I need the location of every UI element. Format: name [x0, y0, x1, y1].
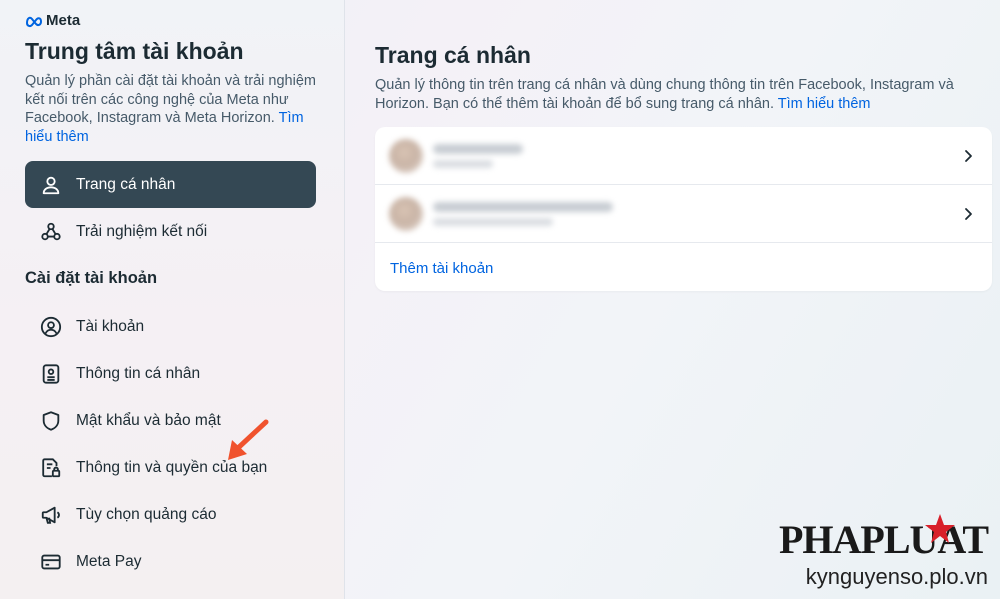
blurred-platform-line — [433, 159, 493, 168]
sidebar-item-connected-experiences[interactable]: Trải nghiệm kết nối — [25, 208, 316, 255]
sidebar-item-profile[interactable]: Trang cá nhân — [25, 161, 316, 208]
profiles-card: Thêm tài khoản — [375, 127, 992, 291]
sidebar-item-label: Meta Pay — [76, 552, 142, 570]
sidebar-item-label: Mật khẩu và bảo mật — [76, 411, 221, 429]
profile-row-facebook[interactable] — [375, 127, 992, 185]
sidebar-item-label: Tài khoản — [76, 317, 145, 335]
page-title: Trang cá nhân — [375, 42, 531, 68]
profile-row-instagram[interactable] — [375, 185, 992, 243]
id-card-icon — [40, 363, 62, 385]
sidebar-item-label: Trang cá nhân — [76, 175, 176, 193]
meta-wordmark: Meta — [46, 12, 81, 29]
phapluat-logo: PHAPLUAT — [779, 514, 989, 562]
sidebar-item-label: Thông tin cá nhân — [76, 364, 201, 382]
sidebar-item-password-security[interactable]: Mật khẩu và bảo mật — [25, 397, 316, 444]
watermark-url: kynguyenso.plo.vn — [805, 564, 988, 589]
sidebar-item-personal-info[interactable]: Thông tin cá nhân — [25, 350, 316, 397]
megaphone-icon — [40, 504, 62, 526]
document-lock-icon — [40, 457, 62, 479]
avatar — [389, 138, 423, 173]
watermark: PHAPLUAT kynguyenso.plo.vn — [779, 514, 989, 590]
shield-icon — [40, 410, 62, 432]
person-icon — [40, 174, 62, 196]
meta-logo[interactable]: Meta — [25, 12, 80, 29]
meta-infinity-icon — [25, 16, 43, 27]
add-account-link[interactable]: Thêm tài khoản — [390, 260, 493, 277]
sidebar-description: Quản lý phần cài đặt tài khoản và trải n… — [25, 72, 325, 146]
page-description: Quản lý thông tin trên trang cá nhân và … — [375, 76, 975, 113]
sidebar-item-your-info-permissions[interactable]: Thông tin và quyền của bạn — [25, 444, 316, 491]
avatar — [389, 196, 423, 231]
sidebar-description-text: Quản lý phần cài đặt tài khoản và trải n… — [25, 73, 316, 126]
sidebar-item-account[interactable]: Tài khoản — [25, 303, 316, 350]
account-settings-heading: Cài đặt tài khoản — [25, 269, 158, 287]
account-circle-icon — [40, 316, 62, 338]
star-icon — [924, 514, 955, 543]
chevron-right-icon — [965, 149, 972, 162]
sidebar: Meta Trung tâm tài khoản Quản lý phần cà… — [0, 0, 345, 599]
sidebar-item-ad-preferences[interactable]: Tùy chọn quảng cáo — [25, 491, 316, 538]
chevron-right-icon — [965, 207, 972, 220]
sidebar-item-label: Trải nghiệm kết nối — [76, 222, 208, 240]
credit-card-icon — [40, 551, 62, 573]
blurred-name-line — [433, 143, 523, 154]
blurred-name-line — [433, 201, 613, 212]
blurred-platform-line — [433, 217, 553, 226]
connected-nodes-icon — [40, 221, 62, 243]
page-learn-more-link[interactable]: Tìm hiểu thêm — [778, 96, 871, 112]
blurred-profile-name — [433, 201, 613, 226]
sidebar-item-label: Tùy chọn quảng cáo — [76, 505, 217, 523]
annotation-arrow-icon — [228, 419, 269, 460]
sidebar-item-meta-pay[interactable]: Meta Pay — [25, 538, 316, 585]
blurred-profile-name — [433, 143, 523, 168]
sidebar-title: Trung tâm tài khoản — [25, 38, 244, 64]
